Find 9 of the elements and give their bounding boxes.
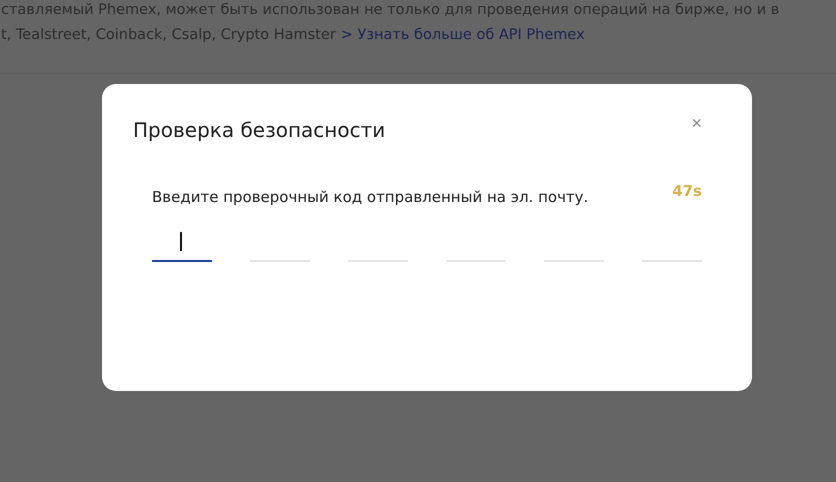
code-digit-field[interactable]: [152, 232, 212, 262]
text-cursor: [180, 232, 182, 251]
dialog-title: Проверка безопасности: [133, 118, 386, 142]
api-link[interactable]: > Узнать больше об API Phemex: [340, 25, 585, 45]
prompt-text: Введите проверочный код отправленный на эл. почту.: [152, 188, 588, 206]
partners-text: t, Tealstreet, Coinback, Csalp, Crypto Hamster: [1, 26, 336, 45]
description-text: ставляемый Phemex, может быть использован не только для проведения операций на бирже, но и в: [1, 1, 780, 20]
countdown-timer: 47s: [672, 182, 702, 200]
close-button[interactable]: ×: [691, 114, 702, 132]
